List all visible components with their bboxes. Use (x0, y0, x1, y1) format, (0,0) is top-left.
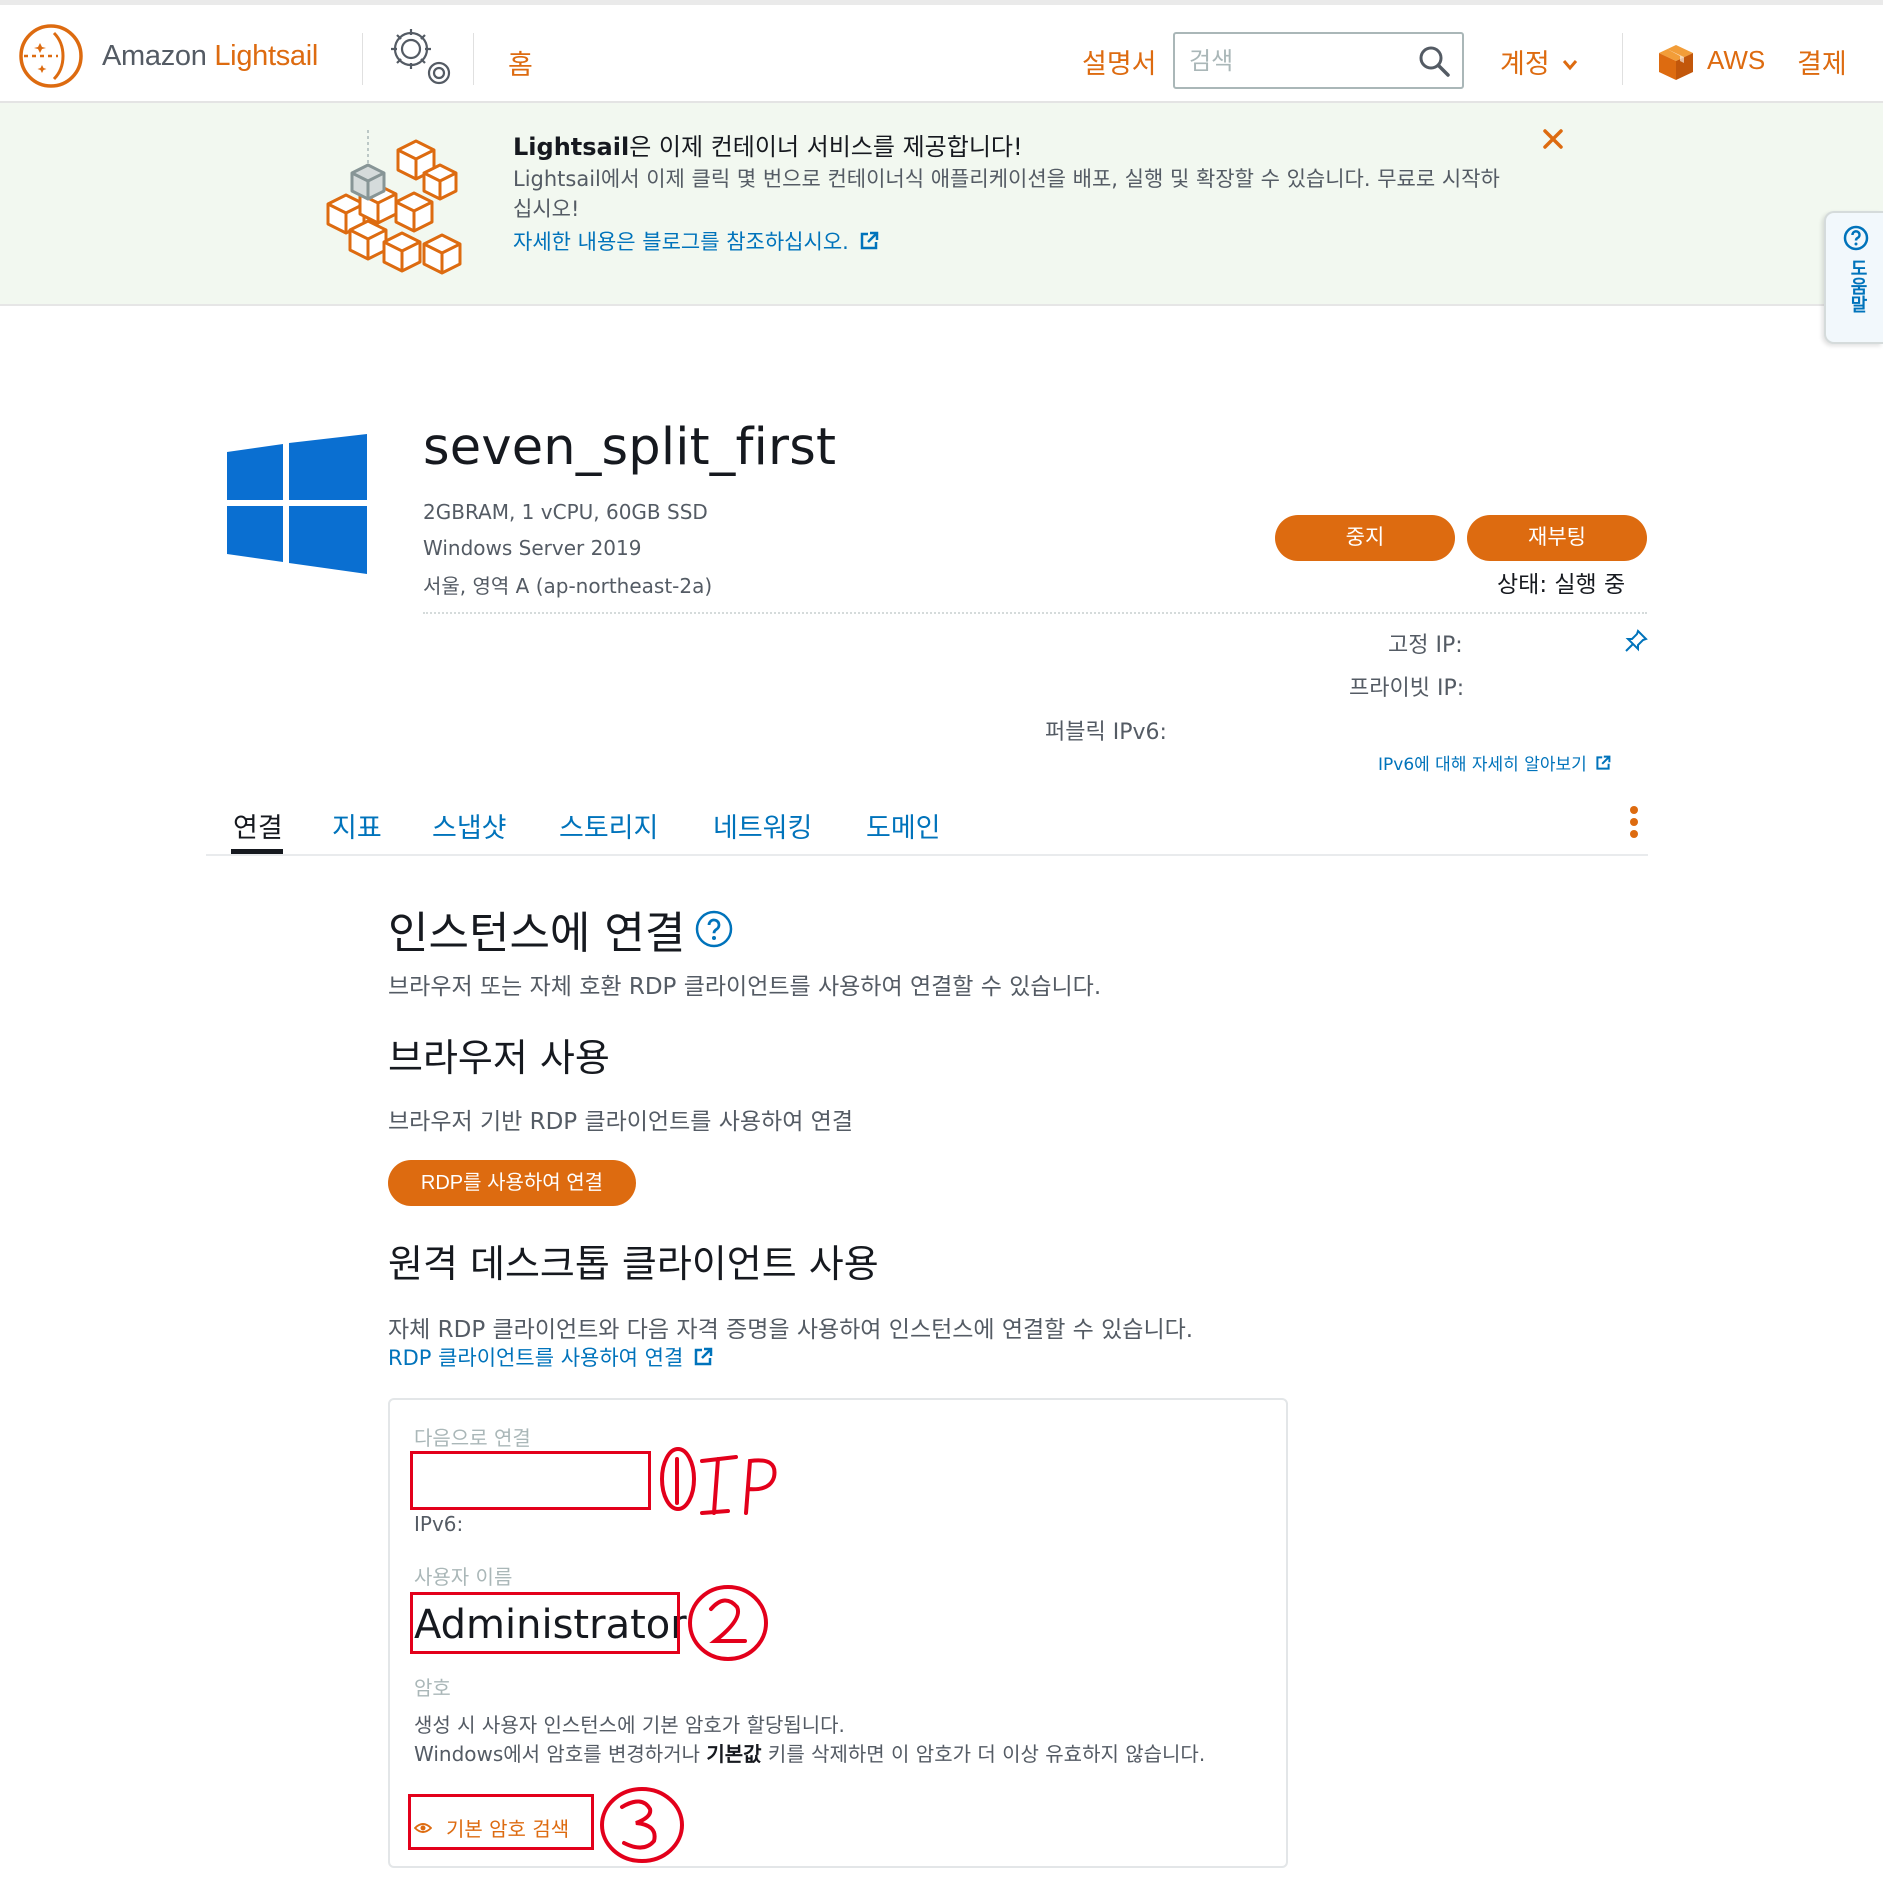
container-service-banner: Lightsail은 이제 컨테이너 서비스를 제공합니다! Lightsail… (0, 103, 1883, 306)
instance-tabs: 연결 지표 스냅샷 스토리지 네트워킹 도메인 (206, 795, 1648, 856)
banner-body: Lightsail에서 이제 클릭 몇 번으로 컨테이너식 애플리케이션을 배포… (513, 167, 1500, 221)
browser-section-title: 브라우저 사용 (388, 1036, 610, 1080)
browser-description: 브라우저 기반 RDP 클라이언트를 사용하여 연결 (388, 1109, 853, 1135)
instance-status: 상태: 실행 중 (1497, 572, 1626, 598)
ipv6-learn-label: IPv6에 대해 자세히 알아보기 (1378, 755, 1587, 775)
client-section-title: 원격 데스크톱 클라이언트 사용 (388, 1242, 879, 1286)
ipv6-learn-more-link[interactable]: IPv6에 대해 자세히 알아보기 (1378, 750, 1611, 775)
public-ipv6-label: 퍼블릭 IPv6: (1045, 720, 1167, 745)
external-link-icon (860, 231, 879, 250)
pin-icon[interactable] (1624, 629, 1648, 653)
ipv6-label: IPv6: (414, 1512, 464, 1536)
help-question-icon (1843, 225, 1869, 251)
close-icon[interactable] (1542, 128, 1564, 150)
nav-docs-link[interactable]: 설명서 (1082, 42, 1157, 81)
rdp-client-link[interactable]: RDP 클라이언트를 사용하여 연결 (388, 1342, 713, 1372)
private-ip-label: 프라이빗 IP: (1349, 676, 1465, 701)
search-icon[interactable] (1418, 45, 1450, 77)
instance-region: 서울, 영역 A (ap-northeast-2a) (423, 574, 713, 598)
banner-link-label: 자세한 내용은 블로그를 참조하십시오. (513, 230, 849, 254)
client-description: 자체 RDP 클라이언트와 다음 자격 증명을 사용하여 인스턴스에 연결할 수… (388, 1317, 1194, 1343)
tab-domains[interactable]: 도메인 (866, 806, 941, 845)
annotation-3-mark (600, 1787, 684, 1863)
lightsail-logo-icon (19, 24, 83, 88)
more-options-icon[interactable] (1628, 805, 1640, 839)
annotation-1-ip-mark (660, 1447, 777, 1515)
username-label: 사용자 이름 (414, 1565, 513, 1589)
divider (362, 33, 363, 85)
rdp-client-link-label: RDP 클라이언트를 사용하여 연결 (388, 1346, 684, 1370)
banner-blog-link[interactable]: 자세한 내용은 블로그를 참조하십시오. (513, 226, 879, 256)
reboot-button[interactable]: 재부팅 (1467, 515, 1647, 561)
divider (423, 612, 1647, 614)
connect-title-text: 인스턴스에 연결 (388, 908, 686, 959)
connect-description: 브라우저 또는 자체 호환 RDP 클라이언트를 사용하여 연결할 수 있습니다… (388, 974, 1102, 1000)
help-side-tab[interactable]: 도움말 (1824, 211, 1883, 344)
tab-networking[interactable]: 네트워킹 (713, 806, 812, 845)
help-tab-label: 도움말 (1847, 259, 1868, 313)
chevron-down-icon (1562, 59, 1577, 70)
brand[interactable]: Amazon Lightsail (18, 23, 318, 89)
search-box (1173, 32, 1464, 89)
banner-title: Lightsail은 이제 컨테이너 서비스를 제공합니다! (513, 133, 1023, 161)
connect-section-title: 인스턴스에 연결 (388, 897, 733, 961)
account-menu[interactable]: 계정 (1500, 42, 1578, 81)
nav-home-link[interactable]: 홈 (508, 43, 533, 82)
instance-name: seven_split_first (423, 418, 837, 477)
top-navigation-bar: Amazon Lightsail 홈 설명서 계정 AWS 결제 (0, 0, 1883, 103)
password-label: 암호 (414, 1676, 451, 1700)
tab-metrics[interactable]: 지표 (332, 806, 382, 845)
help-question-icon[interactable] (695, 910, 733, 948)
active-tab-indicator (231, 849, 283, 854)
divider (473, 33, 474, 85)
password-description: 생성 시 사용자 인스턴스에 기본 암호가 할당됩니다. Windows에서 암… (414, 1713, 1206, 1766)
container-cubes-illustration (326, 130, 462, 275)
divider (1622, 33, 1623, 85)
aws-cube-icon[interactable] (1656, 42, 1696, 82)
static-ip-label: 고정 IP: (1388, 633, 1463, 658)
nav-billing-link[interactable]: 결제 (1797, 42, 1847, 81)
annotation-box-password (408, 1794, 594, 1850)
tab-connect[interactable]: 연결 (233, 806, 283, 845)
annotation-box-ip (410, 1451, 651, 1510)
settings-gear-icon[interactable] (383, 23, 455, 89)
instance-os: Windows Server 2019 (423, 536, 642, 560)
annotation-box-username (410, 1592, 680, 1654)
aws-console-link[interactable]: AWS (1707, 45, 1765, 76)
instance-spec: 2GBRAM, 1 vCPU, 60GB SSD (423, 500, 708, 524)
search-input[interactable] (1175, 34, 1415, 87)
brand-name: Amazon Lightsail (102, 39, 319, 72)
external-link-icon (695, 1347, 713, 1366)
connect-to-label: 다음으로 연결 (414, 1426, 531, 1450)
connect-rdp-button[interactable]: RDP를 사용하여 연결 (388, 1160, 636, 1206)
windows-logo-icon (227, 434, 367, 574)
annotation-2-mark (688, 1585, 768, 1661)
account-label: 계정 (1500, 49, 1550, 80)
external-link-icon (1596, 755, 1611, 770)
stop-button[interactable]: 중지 (1275, 515, 1455, 561)
tab-snapshots[interactable]: 스냅샷 (432, 806, 507, 845)
tab-storage[interactable]: 스토리지 (559, 806, 658, 845)
